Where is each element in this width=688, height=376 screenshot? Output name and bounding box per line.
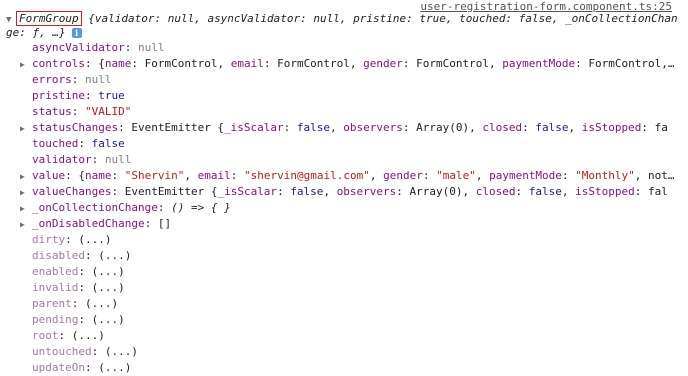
property-value: EventEmitter {_isScalar: false, observer… bbox=[124, 185, 668, 198]
property-row-root[interactable]: root: (...) bbox=[20, 328, 680, 344]
property-key: parent bbox=[32, 297, 72, 310]
property-key: updateOn bbox=[32, 361, 85, 374]
expand-triangle-icon[interactable]: ▶ bbox=[20, 121, 32, 136]
property-row-pristine: pristine: true bbox=[20, 88, 680, 104]
property-key: value bbox=[32, 169, 66, 182]
property-key: valueChanges bbox=[32, 185, 112, 198]
object-summary-continuation: ge: ƒ, …} i bbox=[6, 26, 82, 40]
property-separator: : bbox=[91, 153, 105, 166]
property-row-errors: errors: null bbox=[20, 72, 680, 88]
property-separator: : bbox=[118, 121, 132, 134]
property-value: () => { } bbox=[171, 201, 231, 214]
property-row-dirty[interactable]: dirty: (...) bbox=[20, 232, 680, 248]
object-summary-header[interactable]: ▼ FormGroup {validator: null, asyncValida… bbox=[6, 11, 678, 27]
property-key: statusChanges bbox=[32, 121, 119, 134]
object-summary-preview-end: ge: ƒ, …} bbox=[6, 26, 66, 39]
getter-placeholder-value[interactable]: (...) bbox=[72, 329, 105, 342]
property-value: {name: "Shervin", email: "shervin@gmail.… bbox=[78, 169, 675, 182]
property-key: pending bbox=[32, 313, 79, 326]
property-separator: : bbox=[91, 345, 105, 358]
property-key: invalid bbox=[32, 281, 79, 294]
property-row-valuechanges[interactable]: ▶ valueChanges: EventEmitter {_isScalar: … bbox=[20, 184, 680, 200]
property-row-value[interactable]: ▶ value: {name: "Shervin", email: "shervi… bbox=[20, 168, 680, 184]
getter-placeholder-value[interactable]: (...) bbox=[92, 281, 125, 294]
property-key: asyncValidator bbox=[32, 41, 125, 54]
property-value: null bbox=[85, 73, 112, 86]
property-separator: : bbox=[144, 217, 158, 230]
property-separator: : bbox=[58, 329, 72, 342]
property-key: root bbox=[32, 329, 59, 342]
property-row-touched: touched: false bbox=[20, 136, 680, 152]
expand-triangle-icon[interactable]: ▶ bbox=[20, 185, 32, 200]
property-value: true bbox=[98, 89, 125, 102]
property-key: pristine bbox=[32, 89, 85, 102]
property-separator: : bbox=[71, 73, 85, 86]
property-separator: : bbox=[84, 89, 99, 102]
property-separator: : bbox=[65, 233, 79, 246]
property-row-statuschanges[interactable]: ▶ statusChanges: EventEmitter {_isScalar:… bbox=[20, 120, 680, 136]
property-key: _onDisabledChange bbox=[32, 217, 145, 230]
property-row-ondisabledchange[interactable]: ▶ _onDisabledChange: [] bbox=[20, 216, 680, 232]
property-separator: : bbox=[78, 137, 92, 150]
property-value: [] bbox=[157, 217, 172, 230]
collapse-triangle-icon[interactable]: ▼ bbox=[6, 13, 16, 27]
getter-placeholder-value[interactable]: (...) bbox=[78, 233, 111, 246]
property-row-status: status: "VALID" bbox=[20, 104, 680, 120]
property-value: false bbox=[91, 137, 125, 150]
property-value: null bbox=[137, 41, 165, 54]
property-separator: : bbox=[78, 265, 92, 278]
property-separator: : bbox=[84, 249, 99, 262]
property-separator: : bbox=[71, 297, 85, 310]
property-list: asyncValidator: null ▶ controls: {name: Fo… bbox=[20, 40, 680, 376]
property-key: _onCollectionChange bbox=[32, 201, 158, 214]
property-separator: : bbox=[71, 105, 85, 118]
property-value: EventEmitter {_isScalar: false, observer… bbox=[131, 121, 668, 134]
info-icon[interactable]: i bbox=[71, 28, 82, 38]
property-separator: : bbox=[78, 313, 92, 326]
getter-placeholder-value[interactable]: (...) bbox=[98, 249, 131, 262]
property-row-pending[interactable]: pending: (...) bbox=[20, 312, 680, 328]
property-key: untouched bbox=[32, 345, 92, 358]
property-key: disabled bbox=[32, 249, 85, 262]
property-separator: : bbox=[78, 281, 92, 294]
property-row-asyncvalidator: asyncValidator: null bbox=[20, 40, 680, 56]
property-key: errors bbox=[32, 73, 72, 86]
property-separator: : bbox=[84, 57, 99, 70]
property-separator: : bbox=[111, 185, 125, 198]
property-value: null bbox=[104, 153, 132, 166]
property-separator: : bbox=[65, 169, 79, 182]
property-key: status bbox=[32, 105, 72, 118]
property-value: {name: FormControl, email: FormControl, … bbox=[98, 57, 675, 70]
property-row-controls[interactable]: ▶ controls: {name: FormControl, email: Fo… bbox=[20, 56, 680, 72]
object-class-name: FormGroup bbox=[16, 11, 82, 26]
getter-placeholder-value[interactable]: (...) bbox=[105, 345, 138, 358]
getter-placeholder-value[interactable]: (...) bbox=[85, 297, 118, 310]
expand-triangle-icon[interactable]: ▶ bbox=[20, 201, 32, 216]
property-row-invalid[interactable]: invalid: (...) bbox=[20, 280, 680, 296]
expand-triangle-icon[interactable]: ▶ bbox=[20, 57, 32, 72]
getter-placeholder-value[interactable]: (...) bbox=[92, 313, 125, 326]
property-row-untouched[interactable]: untouched: (...) bbox=[20, 344, 680, 360]
object-summary-preview: {validator: null, asyncValidator: null, … bbox=[88, 12, 678, 25]
property-row-disabled[interactable]: disabled: (...) bbox=[20, 248, 680, 264]
property-separator: : bbox=[157, 201, 172, 214]
property-row-validator: validator: null bbox=[20, 152, 680, 168]
property-row-parent[interactable]: parent: (...) bbox=[20, 296, 680, 312]
property-value: "VALID" bbox=[85, 105, 132, 118]
property-row-enabled[interactable]: enabled: (...) bbox=[20, 264, 680, 280]
property-key: enabled bbox=[32, 265, 79, 278]
property-key: controls bbox=[32, 57, 85, 70]
property-key: validator bbox=[32, 153, 92, 166]
property-key: touched bbox=[32, 137, 79, 150]
getter-placeholder-value[interactable]: (...) bbox=[92, 265, 125, 278]
expand-triangle-icon[interactable]: ▶ bbox=[20, 217, 32, 232]
property-row-oncollectionchange[interactable]: ▶ _onCollectionChange: () => { } bbox=[20, 200, 680, 216]
getter-placeholder-value[interactable]: (...) bbox=[98, 361, 131, 374]
expand-triangle-icon[interactable]: ▶ bbox=[20, 169, 32, 184]
property-separator: : bbox=[124, 41, 138, 54]
property-key: dirty bbox=[32, 233, 66, 246]
property-separator: : bbox=[84, 361, 99, 374]
